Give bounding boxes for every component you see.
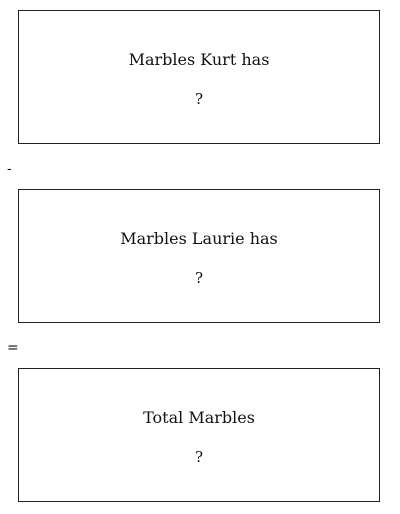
total-marbles-value: ? [194, 448, 204, 466]
marbles-kurt-label: Marbles Kurt has [128, 50, 270, 69]
equals-operator: = [7, 340, 19, 356]
marbles-kurt-value: ? [194, 90, 204, 108]
total-marbles-label: Total Marbles [143, 408, 255, 427]
marbles-laurie-box: Marbles Laurie has ? [18, 189, 380, 323]
total-marbles-box: Total Marbles ? [18, 368, 380, 502]
minus-operator: - [7, 161, 12, 177]
marbles-laurie-value: ? [194, 269, 204, 287]
marbles-kurt-box: Marbles Kurt has ? [18, 10, 380, 144]
marbles-laurie-label: Marbles Laurie has [120, 229, 278, 248]
